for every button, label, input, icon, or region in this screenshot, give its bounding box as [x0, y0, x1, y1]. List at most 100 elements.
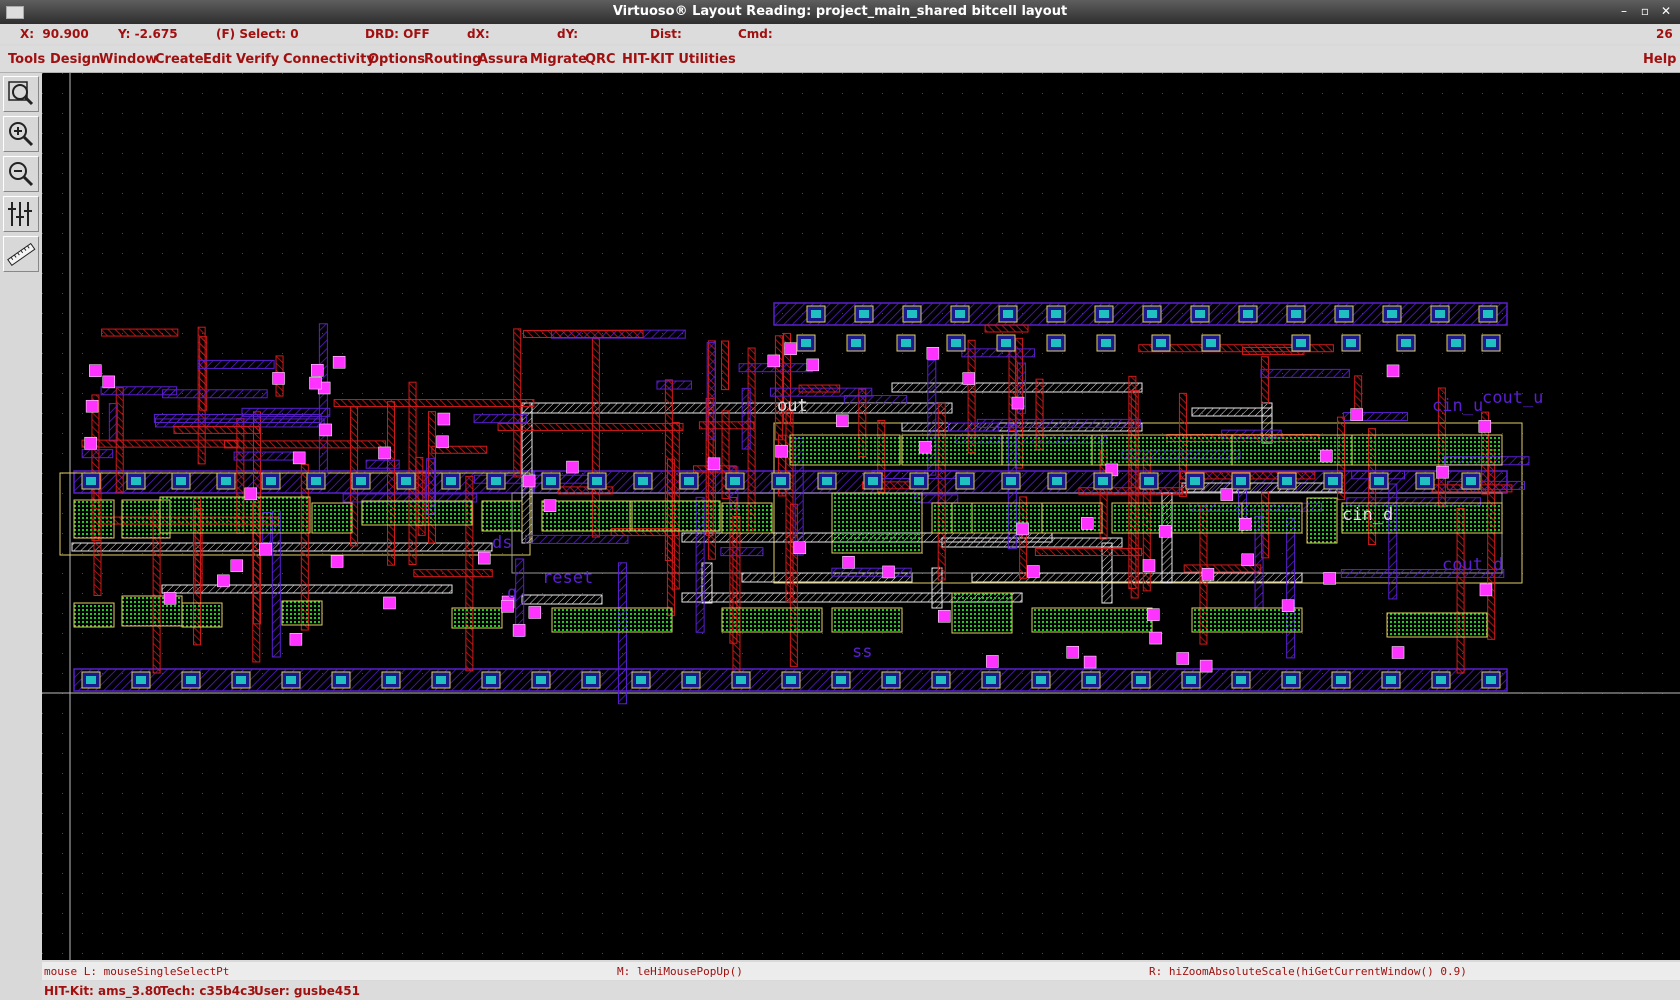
via-cut [951, 339, 961, 347]
menu-help[interactable]: Help [1643, 52, 1676, 67]
maximize-icon[interactable]: ▫ [1637, 3, 1653, 19]
contact [292, 451, 306, 465]
metal2-route [199, 336, 208, 411]
menu-hit-kit-utilities[interactable]: HIT-KIT Utilities [622, 52, 736, 67]
via-cut [1435, 310, 1445, 318]
close-icon[interactable]: ✕ [1658, 3, 1674, 19]
metal2-route [798, 384, 841, 393]
via-cut [311, 477, 321, 485]
via-cut [491, 477, 501, 485]
menu-tools[interactable]: Tools [8, 52, 45, 67]
contact [1142, 559, 1156, 572]
contact [289, 633, 303, 646]
menu-assura[interactable]: Assura [478, 52, 528, 67]
contact [926, 346, 940, 360]
diffusion-block [721, 502, 773, 534]
menu-connectivity[interactable]: Connectivity [283, 52, 375, 67]
menu-edit[interactable]: Edit [203, 52, 232, 67]
poly-route [1191, 407, 1273, 417]
metal2-route [732, 515, 741, 674]
contact [1011, 396, 1025, 410]
minimize-icon[interactable]: – [1616, 3, 1632, 19]
zoom-fit-icon[interactable] [3, 76, 39, 112]
menu-create[interactable]: Create [155, 52, 204, 67]
metal1-route [108, 403, 118, 442]
poly-route [521, 594, 603, 605]
metal2-route [101, 328, 179, 337]
zoom-out-icon[interactable] [3, 156, 39, 192]
via-cut [1420, 477, 1430, 485]
via-cut [1466, 477, 1476, 485]
menu-window[interactable]: Window [99, 52, 157, 67]
via-cut [1436, 676, 1446, 684]
stretch-icon[interactable] [3, 196, 39, 232]
via-cut [1374, 477, 1384, 485]
diffusion-block [831, 492, 923, 554]
contact [882, 565, 895, 579]
contact [1436, 465, 1449, 479]
diffusion-block [629, 500, 721, 532]
contact [528, 606, 542, 619]
metal1-route [1286, 517, 1296, 659]
diffusion-block [951, 592, 1013, 634]
metal1-route [525, 534, 629, 544]
diffusion-block [1386, 612, 1488, 638]
menu-migrate[interactable]: Migrate [530, 52, 587, 67]
contact [1281, 599, 1295, 612]
via-cut [336, 676, 346, 684]
layout-canvas[interactable]: out cin_u cout_u cin_d cout_d ds q reset ss [42, 73, 1680, 960]
via-cut [1296, 339, 1306, 347]
contact [1158, 525, 1172, 538]
via-cut [836, 676, 846, 684]
metal2-route [333, 399, 535, 408]
via-cut [1206, 339, 1216, 347]
mouse-middle-binding: M: leHiMousePopUp() [617, 965, 743, 978]
menu-verify[interactable]: Verify [236, 52, 279, 67]
via-cut [776, 477, 786, 485]
via-cut [730, 477, 740, 485]
via-cut [286, 676, 296, 684]
contact [784, 342, 797, 355]
distance: Dist: [650, 27, 682, 41]
poly-route [71, 542, 493, 552]
zoom-in-icon[interactable] [3, 116, 39, 152]
contact [1081, 517, 1094, 530]
delta-x: dX: [467, 27, 490, 41]
contact [1027, 565, 1040, 578]
layout-drawing[interactable]: out cin_ucout_u cin_d cout_d ds q reset ss [42, 73, 1680, 960]
menu-routing[interactable]: Routing [424, 52, 481, 67]
via-cut [221, 477, 231, 485]
via-cut [859, 310, 869, 318]
contact [842, 556, 855, 569]
command-label: Cmd: [738, 27, 773, 41]
contact [244, 487, 258, 501]
via-cut [786, 676, 796, 684]
via-cut [1451, 339, 1461, 347]
user-name: User: gusbe451 [254, 984, 360, 998]
via-cut [1243, 310, 1253, 318]
net-label: cout_d [1442, 555, 1503, 575]
via-cut [1483, 310, 1493, 318]
via-cut [446, 477, 456, 485]
ruler-icon[interactable] [3, 236, 39, 272]
info-bar: HIT-Kit: ams_3.80 Tech: c35b4c3 User: gu… [42, 981, 1680, 1000]
metal2-route [1487, 449, 1496, 640]
menu-design[interactable]: Design [50, 52, 100, 67]
via-cut [955, 310, 965, 318]
contact [1147, 608, 1160, 621]
contact [775, 444, 788, 458]
menu-qrc[interactable]: QRC [585, 52, 616, 67]
coordinate-status-bar: X: 90.900 Y: -2.675 (F) Select: 0 DRD: O… [0, 24, 1680, 44]
via-cut [686, 676, 696, 684]
metal1-route [831, 567, 912, 577]
menu-bar: Tools Design Window Create Edit Verify C… [0, 46, 1680, 73]
via-cut [176, 477, 186, 485]
metal2-route [1034, 548, 1143, 557]
metal1-route [617, 562, 627, 705]
via-cut [1401, 339, 1411, 347]
metal2-route [937, 402, 946, 581]
diffusion-block [451, 607, 503, 629]
menu-options[interactable]: Options [368, 52, 425, 67]
via-cut [811, 310, 821, 318]
contact [986, 655, 999, 668]
